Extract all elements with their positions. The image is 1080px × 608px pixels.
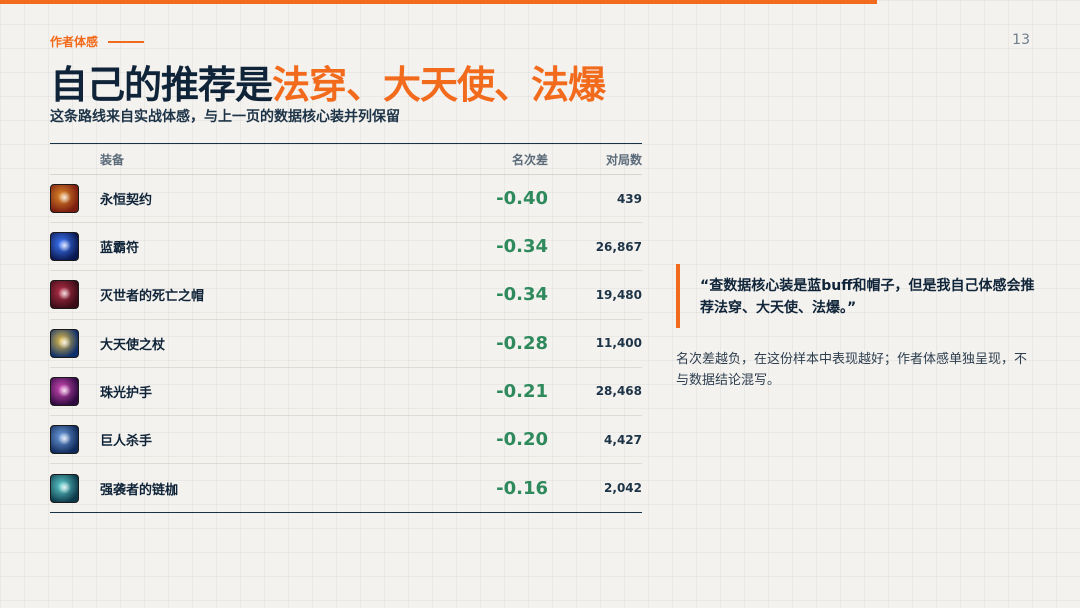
rabadon-deathcap-icon — [50, 280, 79, 310]
section-kicker: 作者体感 — [50, 33, 145, 50]
ionic-spark-icon — [50, 473, 79, 503]
item-name: 永恒契约 — [100, 193, 153, 209]
title-plain: 自己的推荐是 — [50, 63, 273, 107]
item-name: 大天使之杖 — [100, 337, 166, 353]
games-value: 11,400 — [595, 336, 642, 351]
rank-diff-value: -0.21 — [496, 380, 548, 402]
item-icon-cell — [50, 376, 100, 406]
title-accent: 法穿、大天使、法爆 — [272, 63, 606, 107]
games-value: 4,427 — [604, 432, 642, 447]
item-name: 珠光护手 — [100, 385, 153, 401]
item-icon-cell — [50, 232, 100, 262]
page-number: 13 — [1012, 32, 1030, 48]
item-icon-cell — [50, 328, 100, 358]
rank-diff-value: -0.34 — [496, 236, 548, 258]
table-row: 大天使之杖 -0.28 11,400 — [50, 320, 642, 368]
table-row: 灭世者的死亡之帽 -0.34 19,480 — [50, 271, 642, 320]
author-quote: “查数据核心装是蓝buff和帽子，但是我自己体感会推荐法穿、大天使、法爆。” — [676, 264, 1036, 328]
games-value: 19,480 — [595, 287, 642, 302]
quote-text: “查数据核心装是蓝buff和帽子，但是我自己体感会推荐法穿、大天使、法爆。” — [700, 278, 1035, 316]
table-row: 永恒契约 -0.40 439 — [50, 175, 642, 224]
item-icon-cell — [50, 280, 100, 310]
item-name: 蓝霸符 — [100, 241, 140, 257]
table-row: 蓝霸符 -0.34 26,867 — [50, 223, 642, 272]
table-row: 珠光护手 -0.21 28,468 — [50, 368, 642, 416]
table-body: 永恒契约 -0.40 439 蓝霸符 -0.34 26,867 灭世者的死亡之帽 -0.34 1… — [50, 175, 642, 512]
kicker-rule — [108, 40, 145, 43]
page-subtitle: 这条路线来自实战体感，与上一页的数据核心装并列保留 — [50, 109, 400, 125]
item-icon-cell — [50, 425, 100, 455]
item-name: 灭世者的死亡之帽 — [100, 289, 205, 305]
explanation-note: 名次差越负，在这份样本中表现越好；作者体感单独呈现，不与数据结论混写。 — [676, 352, 1028, 388]
games-value: 26,867 — [595, 239, 642, 254]
table-row: 强袭者的链枷 -0.16 2,042 — [50, 464, 642, 512]
rank-diff-value: -0.16 — [496, 477, 548, 499]
rank-diff-value: -0.20 — [496, 429, 548, 451]
rank-diff-value: -0.40 — [496, 188, 548, 210]
archangel-staff-icon — [50, 328, 79, 358]
item-icon-cell — [50, 184, 100, 214]
jeweled-gauntlet-icon — [50, 376, 79, 406]
top-accent-bar — [0, 0, 877, 4]
games-value: 28,468 — [595, 384, 642, 399]
table-header: 装备 名次差 对局数 — [50, 144, 642, 175]
table-row: 巨人杀手 -0.20 4,427 — [50, 416, 642, 465]
games-value: 2,042 — [604, 481, 642, 496]
page-title: 自己的推荐是法穿、大天使、法爆 — [50, 54, 606, 109]
rank-diff-value: -0.28 — [496, 332, 548, 354]
rank-diff-value: -0.34 — [496, 284, 548, 306]
kicker-label: 作者体感 — [50, 35, 99, 49]
item-table: 装备 名次差 对局数 永恒契约 -0.40 439 蓝霸符 -0.34 26,867 灭世者… — [50, 143, 642, 514]
header-rank-diff: 名次差 — [511, 152, 548, 167]
giant-slayer-icon — [50, 425, 79, 455]
header-item: 装备 — [100, 152, 125, 167]
eternal-pact-icon — [50, 184, 79, 214]
blue-buff-icon — [50, 232, 79, 262]
item-name: 巨人杀手 — [100, 434, 153, 450]
item-icon-cell — [50, 473, 100, 503]
item-name: 强袭者的链枷 — [100, 482, 179, 498]
header-games: 对局数 — [605, 152, 642, 167]
games-value: 439 — [616, 191, 642, 206]
